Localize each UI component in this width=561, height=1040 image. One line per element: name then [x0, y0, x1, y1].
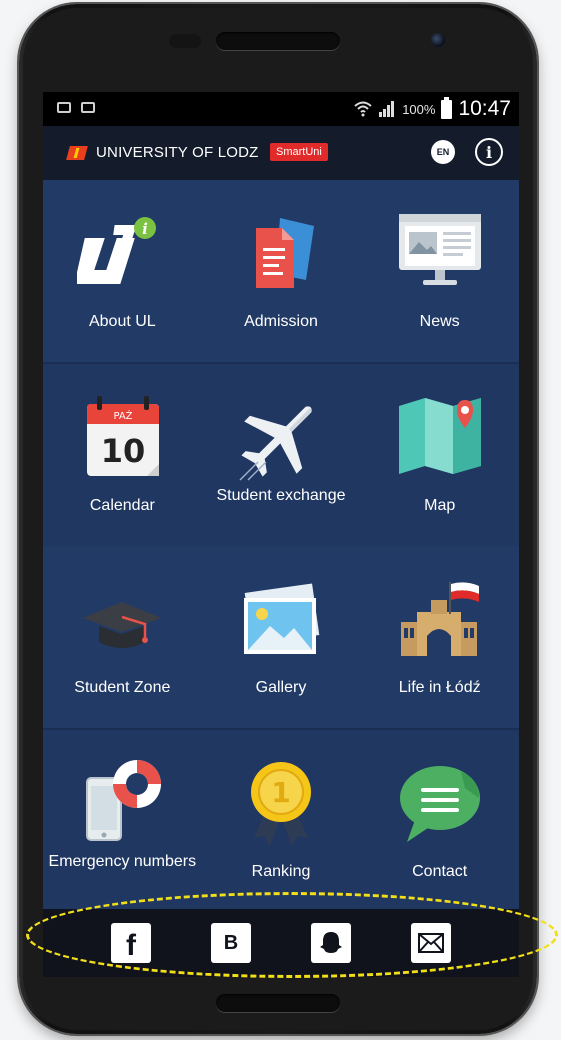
tile-label: Contact	[412, 863, 468, 880]
bottom-speaker	[216, 994, 340, 1012]
tile-label: Admission	[244, 313, 318, 330]
menu-row-2: PAŹ 10 Calendar Student exchange Map	[43, 364, 519, 546]
tile-label: Student exchange	[216, 487, 346, 504]
calendar-day: 10	[101, 432, 146, 470]
mail-icon	[418, 933, 444, 953]
email-button[interactable]	[411, 923, 451, 963]
tile-ranking[interactable]: 1 Ranking	[202, 730, 361, 912]
social-bar: f B	[43, 909, 519, 977]
medal-icon: 1	[251, 762, 311, 846]
tile-emergency-numbers[interactable]: Emergency numbers	[43, 730, 202, 912]
clock: 10:47	[458, 97, 511, 120]
tile-student-zone[interactable]: Student Zone	[43, 546, 202, 728]
tile-label: About UL	[88, 313, 156, 330]
tile-label: Map	[424, 497, 456, 514]
menu-row-3: Student Zone Gallery Life in Łódź	[43, 546, 519, 728]
graduation-cap-icon	[83, 602, 162, 648]
tile-student-exchange[interactable]: Student exchange	[202, 364, 361, 546]
tile-about-ul[interactable]: i About UL	[43, 180, 202, 362]
gallery-icon	[244, 583, 320, 654]
tile-gallery[interactable]: Gallery	[202, 546, 361, 728]
battery-icon	[441, 96, 453, 119]
tile-label: Student Zone	[74, 679, 171, 696]
news-icon	[398, 214, 481, 285]
language-button[interactable]: EN	[431, 140, 455, 164]
svg-text:i: i	[142, 220, 148, 238]
university-name: UNIVERSITY OF LODZ	[96, 144, 259, 161]
tile-label: Gallery	[255, 679, 307, 696]
tile-label: Life in Łódź	[398, 679, 481, 696]
status-bar: 100% 10:47	[43, 92, 519, 126]
app-header: UNIVERSITY OF LODZ SmartUni EN i	[43, 126, 519, 180]
tile-map[interactable]: Map	[360, 364, 519, 546]
signal-icon	[379, 101, 395, 117]
tile-life-in-lodz[interactable]: Life in Łódź	[360, 546, 519, 728]
chat-icon	[399, 766, 480, 842]
front-camera-icon	[431, 33, 445, 47]
earpiece-speaker	[216, 32, 340, 50]
tile-label: News	[419, 313, 460, 330]
tile-label: Emergency numbers	[48, 853, 197, 870]
facebook-button[interactable]: f	[111, 923, 151, 963]
image-notification-icon	[57, 102, 71, 113]
tile-label: Calendar	[89, 497, 155, 514]
airplane-icon	[239, 406, 312, 481]
snapchat-icon	[320, 932, 342, 953]
info-button[interactable]: i	[475, 138, 503, 166]
tile-contact[interactable]: Contact	[360, 730, 519, 912]
menu-row-4: Emergency numbers 1 Ranking Contact	[43, 730, 519, 912]
facebook-icon: f	[126, 929, 136, 962]
admission-icon	[256, 218, 314, 288]
smartuni-badge: SmartUni	[270, 143, 328, 161]
emergency-icon	[86, 760, 162, 841]
map-icon	[398, 398, 481, 474]
wifi-icon	[354, 101, 372, 117]
city-icon	[400, 582, 479, 656]
proximity-sensor	[169, 34, 201, 48]
blog-button[interactable]: B	[211, 923, 251, 963]
camera-notification-icon	[81, 102, 95, 113]
calendar-month: PAŹ	[114, 409, 133, 422]
snapchat-button[interactable]	[311, 923, 351, 963]
tile-news[interactable]: News	[360, 180, 519, 362]
battery-percent: 100%	[402, 101, 436, 117]
calendar-icon: PAŹ 10	[87, 396, 160, 476]
blog-icon: B	[223, 931, 239, 954]
tile-admission[interactable]: Admission	[202, 180, 361, 362]
tile-label: Ranking	[251, 863, 311, 880]
tile-calendar[interactable]: PAŹ 10 Calendar	[43, 364, 202, 546]
menu-row-1: i About UL Admission News	[43, 180, 519, 362]
app-screen: 100% 10:47 UNIVERSITY OF LODZ SmartUni E…	[43, 92, 519, 977]
university-logo-icon	[66, 146, 88, 160]
medal-number: 1	[271, 776, 290, 809]
about-ul-icon: i	[77, 217, 157, 284]
